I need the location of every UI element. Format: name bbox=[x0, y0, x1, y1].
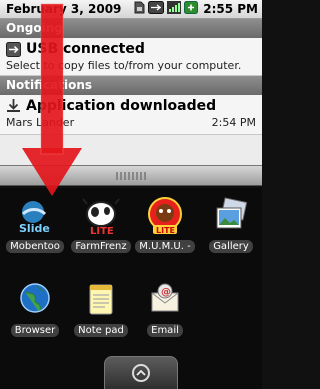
notifications-header: Notifications bbox=[0, 76, 262, 95]
download-notification[interactable]: Application downloaded Mars Lander 2:54 … bbox=[0, 95, 262, 135]
usb-icon bbox=[148, 1, 165, 17]
app-label: Gallery bbox=[209, 240, 253, 253]
app-label: Mobentoo bbox=[6, 240, 64, 253]
svg-text:@: @ bbox=[161, 287, 171, 298]
download-notification-app: Mars Lander bbox=[6, 116, 75, 129]
notification-shade: Ongoing USB connected Select to copy fil… bbox=[0, 19, 262, 186]
svg-text:Slide: Slide bbox=[19, 222, 50, 235]
mumu-lite-icon: LITE bbox=[145, 196, 185, 236]
chevron-up-icon bbox=[132, 364, 150, 382]
notepad-icon bbox=[81, 280, 121, 320]
app-drawer-button[interactable] bbox=[104, 356, 178, 389]
signal-icon bbox=[167, 1, 182, 17]
app-notepad[interactable]: Note pad bbox=[70, 280, 132, 341]
app-mobentoo[interactable]: Slide Mobentoo bbox=[4, 196, 66, 257]
download-icon bbox=[6, 98, 21, 114]
status-date: February 3, 2009 bbox=[6, 2, 122, 16]
app-email[interactable]: @ Email bbox=[134, 280, 196, 341]
app-label: M.U.M.U. - bbox=[135, 240, 195, 253]
status-time: 2:55 PM bbox=[203, 2, 258, 16]
slide-icon: Slide bbox=[15, 196, 55, 236]
usb-notification[interactable]: USB connected Select to copy files to/fr… bbox=[0, 38, 262, 76]
app-gallery[interactable]: Gallery bbox=[200, 196, 262, 257]
gallery-icon bbox=[211, 196, 251, 236]
svg-text:LITE: LITE bbox=[90, 226, 114, 236]
status-bar[interactable]: February 3, 2009 2:55 PM bbox=[0, 0, 262, 19]
usb-notification-icon bbox=[6, 41, 21, 57]
email-icon: @ bbox=[145, 280, 185, 320]
battery-icon bbox=[184, 1, 199, 17]
download-notification-title: Application downloaded bbox=[26, 98, 217, 114]
app-mumu[interactable]: LITE M.U.M.U. - bbox=[134, 196, 196, 257]
app-label: FarmFrenz bbox=[71, 240, 131, 253]
shade-drag-handle[interactable] bbox=[0, 165, 262, 186]
svg-text:LITE: LITE bbox=[156, 226, 175, 235]
app-browser[interactable]: Browser bbox=[4, 280, 66, 341]
app-farmfrenzy[interactable]: LITE FarmFrenz bbox=[70, 196, 132, 257]
app-label: Browser bbox=[10, 324, 60, 337]
browser-icon bbox=[15, 280, 55, 320]
usb-notification-subtitle: Select to copy files to/from your comput… bbox=[6, 59, 242, 72]
app-label: Email bbox=[147, 324, 183, 337]
ongoing-header: Ongoing bbox=[0, 19, 262, 38]
grip-icon bbox=[116, 171, 146, 180]
usb-notification-title: USB connected bbox=[26, 41, 145, 57]
download-notification-time: 2:54 PM bbox=[211, 116, 256, 129]
sd-card-icon bbox=[134, 1, 145, 17]
app-label: Note pad bbox=[74, 324, 128, 337]
farmfrenzy-icon: LITE bbox=[81, 196, 121, 237]
